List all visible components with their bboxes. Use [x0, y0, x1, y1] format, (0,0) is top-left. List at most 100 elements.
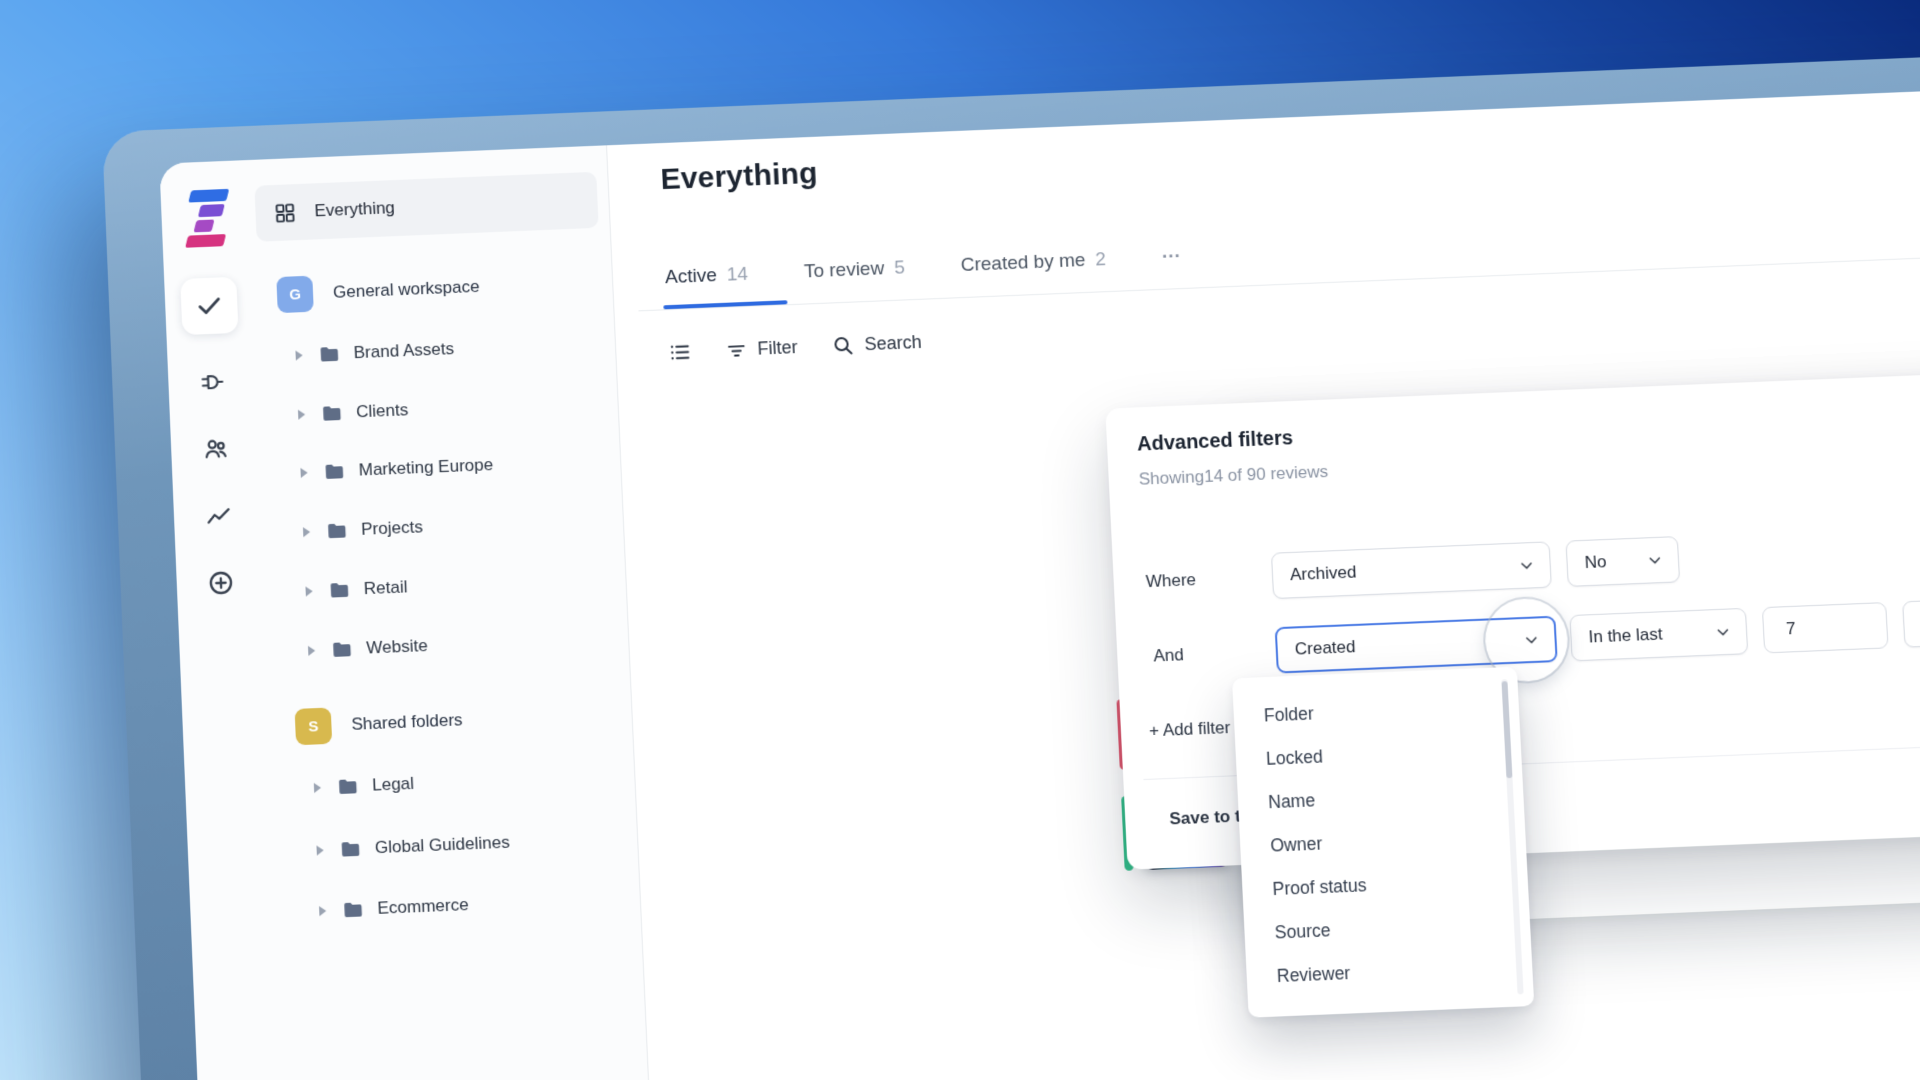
- folder-icon: [328, 581, 350, 600]
- dropdown-option-source[interactable]: Source: [1274, 920, 1331, 944]
- check-icon: [195, 291, 224, 320]
- folder-label: Marketing Europe: [358, 455, 493, 481]
- folder-label: Retail: [363, 577, 407, 599]
- workspace-avatar: S: [295, 707, 333, 745]
- tab-created-by-me[interactable]: Created by me 2: [960, 249, 1106, 277]
- folder-label: Projects: [361, 517, 423, 540]
- folder-icon: [321, 404, 343, 423]
- tab-active[interactable]: Active 14: [665, 264, 749, 289]
- folder-label: Global Guidelines: [374, 832, 510, 858]
- sidebar-folder-ecommerce[interactable]: Ecommerce: [284, 873, 630, 938]
- filter-icon: [725, 339, 748, 362]
- sidebar-item-shared-folders[interactable]: S Shared folders: [276, 686, 622, 757]
- dropdown-scrollbar-thumb[interactable]: [1501, 681, 1512, 778]
- rail-item-activity[interactable]: [189, 487, 247, 546]
- trend-icon: [204, 502, 232, 530]
- sidebar-folder-legal[interactable]: Legal: [279, 750, 625, 815]
- add-filter-button[interactable]: + Add filter: [1149, 718, 1231, 742]
- amount-value: 7: [1786, 619, 1797, 640]
- chevron-down-icon: [1713, 623, 1732, 642]
- search-icon: [831, 334, 855, 358]
- list-toolbar: Filter Search: [668, 331, 922, 364]
- caret-right-icon[interactable]: [295, 350, 302, 360]
- filter-button[interactable]: Filter: [725, 336, 798, 361]
- sidebar-folder-marketing-europe[interactable]: Marketing Europe: [266, 435, 611, 499]
- device-frame: Everything G General workspace Brand Ass…: [102, 39, 1920, 1080]
- select-value: Created: [1294, 637, 1356, 660]
- tab-count: 14: [726, 264, 748, 287]
- folder-label: Ecommerce: [377, 895, 469, 919]
- sidebar-item-everything[interactable]: Everything: [254, 172, 598, 242]
- caret-right-icon[interactable]: [300, 468, 307, 478]
- conjunction-label: And: [1153, 645, 1184, 666]
- folder-icon: [326, 521, 348, 540]
- chevron-down-icon: [1645, 551, 1664, 570]
- folder-icon: [337, 777, 359, 796]
- search-button[interactable]: Search: [831, 331, 922, 358]
- sidebar-folder-clients[interactable]: Clients: [263, 377, 608, 441]
- amount-input[interactable]: 7: [1762, 602, 1889, 653]
- ziflow-logo-icon[interactable]: [182, 187, 232, 249]
- sidebar-menu: Everything G General workspace Brand Ass…: [247, 145, 676, 1080]
- dropdown-option-reviewer[interactable]: Reviewer: [1276, 963, 1350, 987]
- tab-bar: Active 14 To review 5 Created by me 2 ··…: [665, 246, 1182, 289]
- main-content: Everything Active 14 To review 5 Created…: [607, 73, 1920, 1080]
- tab-count: 2: [1095, 249, 1107, 271]
- rail-item-add[interactable]: [192, 554, 250, 613]
- folder-label: Brand Assets: [353, 339, 454, 363]
- panel-title: Advanced filters: [1137, 427, 1294, 456]
- dropdown-option-locked[interactable]: Locked: [1266, 746, 1324, 770]
- tab-label: To review: [803, 258, 884, 283]
- grid-icon: [273, 201, 297, 225]
- sidebar-folder-global-guidelines[interactable]: Global Guidelines: [281, 813, 627, 878]
- sidebar: Everything G General workspace Brand Ass…: [159, 145, 676, 1080]
- rail-item-integrations[interactable]: [183, 353, 241, 411]
- sidebar-item-label: Everything: [314, 198, 395, 221]
- tab-more[interactable]: ···: [1161, 246, 1181, 269]
- sidebar-folder-projects[interactable]: Projects: [268, 494, 613, 558]
- workspace-label: General workspace: [333, 277, 480, 303]
- active-tab-underline: [663, 300, 787, 309]
- folder-icon: [318, 345, 340, 364]
- caret-right-icon[interactable]: [316, 845, 323, 855]
- people-icon: [201, 434, 229, 462]
- folder-icon: [339, 840, 361, 859]
- plus-circle-icon: [206, 568, 235, 597]
- sidebar-folder-brand-assets[interactable]: Brand Assets: [261, 318, 605, 382]
- view-mode-button[interactable]: [668, 340, 692, 364]
- operator-select[interactable]: In the last: [1569, 608, 1748, 662]
- tab-label: Created by me: [960, 250, 1086, 277]
- unit-select-days[interactable]: Days: [1902, 595, 1920, 648]
- value-select-no[interactable]: No: [1565, 536, 1680, 587]
- select-value: Archived: [1290, 562, 1357, 585]
- caret-right-icon[interactable]: [319, 906, 326, 916]
- caret-right-icon[interactable]: [308, 646, 315, 656]
- search-label: Search: [864, 332, 922, 355]
- more-dots-icon: ···: [1161, 246, 1181, 269]
- list-view-icon: [668, 340, 692, 364]
- folder-label: Clients: [356, 400, 409, 422]
- field-select-archived[interactable]: Archived: [1271, 541, 1552, 599]
- sidebar-item-general-workspace[interactable]: G General workspace: [258, 254, 603, 324]
- dropdown-option-name[interactable]: Name: [1268, 790, 1316, 813]
- folder-label: Website: [366, 636, 428, 659]
- caret-right-icon[interactable]: [314, 783, 321, 793]
- caret-right-icon[interactable]: [298, 409, 305, 419]
- caret-right-icon[interactable]: [305, 586, 312, 596]
- tab-label: Active: [665, 265, 718, 289]
- chevron-down-icon: [1517, 556, 1536, 575]
- sidebar-folder-retail[interactable]: Retail: [271, 554, 616, 618]
- dropdown-option-folder[interactable]: Folder: [1263, 703, 1314, 726]
- conjunction-label: Where: [1145, 570, 1196, 592]
- dropdown-option-owner[interactable]: Owner: [1270, 833, 1323, 856]
- workspace-label: Shared folders: [351, 710, 463, 735]
- rail-item-team[interactable]: [186, 419, 244, 478]
- tab-to-review[interactable]: To review 5: [803, 257, 905, 283]
- dropdown-option-proof-status[interactable]: Proof status: [1272, 875, 1367, 900]
- folder-icon: [342, 900, 364, 919]
- folder-icon: [323, 462, 345, 481]
- sidebar-folder-website[interactable]: Website: [273, 613, 618, 677]
- folder-label: Legal: [372, 774, 415, 796]
- caret-right-icon[interactable]: [303, 527, 310, 537]
- rail-item-reviews[interactable]: [180, 277, 238, 335]
